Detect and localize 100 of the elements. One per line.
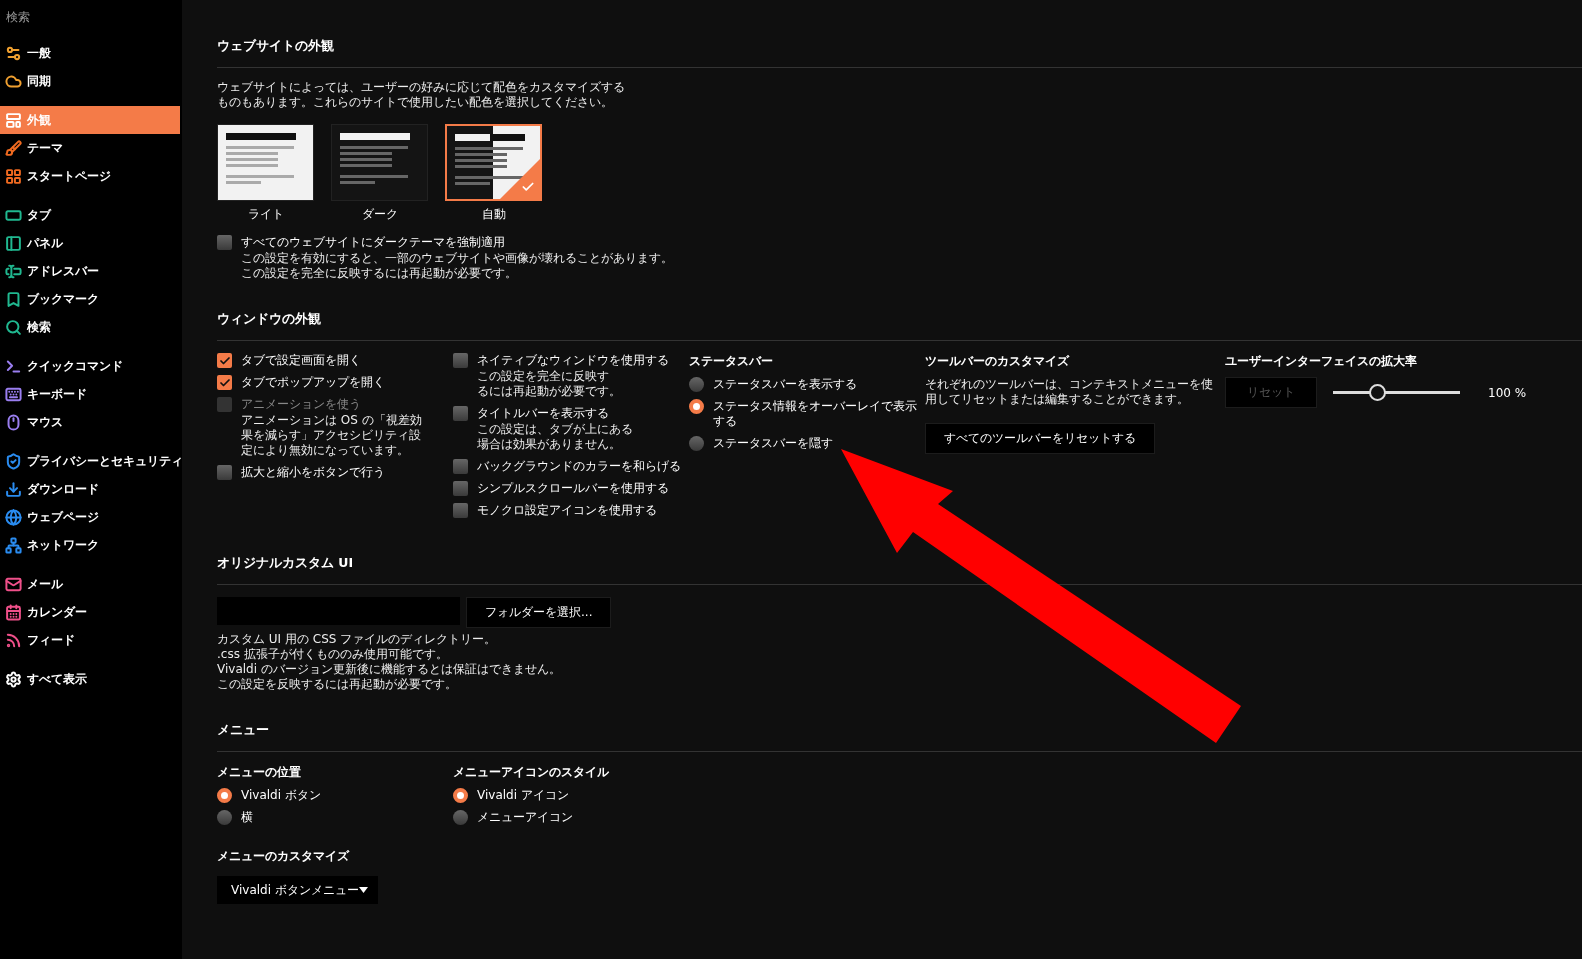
sidebar-item[interactable]: 同期 [0, 67, 180, 95]
sidebar-label: ダウンロード [27, 480, 99, 498]
sidebar-item[interactable]: アドレスバー [0, 257, 180, 285]
zoom-reading: 100 % [1488, 385, 1527, 400]
sidebar-item[interactable]: フィード [0, 626, 180, 654]
sidebar-label: プライバシーとセキュリティ [27, 452, 183, 470]
preview-line [455, 147, 523, 150]
choose-folder-button[interactable]: フォルダーを選択... [466, 597, 612, 628]
sidebar-item[interactable]: カレンダー [0, 598, 180, 626]
sidebar-label: アドレスバー [27, 262, 99, 280]
preview-line [455, 153, 507, 156]
sidebar-item[interactable]: 検索 [0, 313, 180, 341]
sidebar-item[interactable]: ブックマーク [0, 285, 180, 313]
preview-line [340, 152, 392, 155]
preview-line [226, 164, 278, 167]
radio-button[interactable] [689, 436, 704, 451]
checkbox[interactable] [217, 353, 232, 368]
sidebar-label: キーボード [27, 385, 87, 403]
caret-icon [359, 887, 368, 893]
checkbox-label: モノクロ設定アイコンを使用する [477, 503, 657, 518]
sidebar-item[interactable]: プライバシーとセキュリティ [0, 447, 180, 475]
checkbox[interactable] [217, 465, 232, 480]
slider-thumb[interactable] [1369, 384, 1387, 401]
preview-line [226, 158, 278, 161]
sidebar-item[interactable]: ウェブページ [0, 503, 180, 531]
sidebar-item[interactable]: メール [0, 570, 180, 598]
radio-button[interactable] [689, 377, 704, 392]
preview-line [340, 146, 408, 149]
checkbox[interactable] [217, 375, 232, 390]
checkbox-label: タブで設定画面を開く [241, 353, 361, 368]
setting-note: アニメーションは OS の「視差効 果を減らす」アクセシビリティ設 定により無効になっています。 [241, 413, 422, 458]
theme-preview[interactable] [445, 124, 542, 201]
preview-line [226, 181, 261, 184]
preview-line [455, 176, 523, 179]
radio-button[interactable] [689, 399, 704, 414]
checkbox[interactable] [453, 353, 468, 368]
sidebar-item[interactable]: マウス [0, 408, 180, 436]
setting-note: この設定は、タブが上にある 場合は効果がありません。 [477, 422, 633, 452]
sidebar-label: パネル [27, 234, 63, 252]
sidebar-label: テーマ [27, 139, 63, 157]
preview-line [340, 175, 408, 178]
group-title: メニューアイコンのスタイル [453, 764, 610, 781]
checkbox-label: すべてのウェブサイトにダークテーマを強制適用 [241, 235, 506, 250]
checkbox[interactable] [453, 503, 468, 518]
radio-button[interactable] [217, 788, 232, 803]
menu-dropdown[interactable]: Vivaldi ボタンメニュー [217, 876, 378, 904]
sidebar-label: タブ [27, 206, 51, 224]
sidebar-item[interactable]: パネル [0, 229, 180, 257]
section-title: ウェブサイトの外観 [217, 30, 1582, 68]
sidebar-label: ウェブページ [27, 508, 99, 526]
sidebar-label: フィード [27, 631, 75, 649]
sidebar-item[interactable]: キーボード [0, 380, 180, 408]
radio-label: Vivaldi アイコン [477, 788, 569, 803]
preview-line [455, 159, 507, 162]
sidebar-label: ブックマーク [27, 290, 99, 308]
radio-button[interactable] [453, 810, 468, 825]
radio-button[interactable] [217, 810, 232, 825]
radio-button[interactable] [453, 788, 468, 803]
sidebar-item[interactable]: すべて表示 [0, 665, 180, 693]
sidebar-item[interactable]: ダウンロード [0, 475, 180, 503]
radio-label: ステータス情報をオーバーレイで表示する [713, 399, 918, 429]
group-title: ツールバーのカスタマイズ [925, 353, 1071, 370]
theme-preview[interactable] [217, 124, 314, 201]
sidebar-label: カレンダー [27, 603, 87, 621]
checkbox-label: アニメーションを使う [241, 397, 362, 412]
checkbox[interactable] [453, 406, 468, 421]
checkbox-label: タブでポップアップを開く [241, 375, 385, 390]
search-field[interactable]: 検索 [0, 6, 172, 28]
section-title: ウィンドウの外観 [217, 303, 1582, 341]
preview-line [340, 164, 392, 167]
group-title: ユーザーインターフェイスの拡大率 [1225, 353, 1418, 370]
zoom-slider[interactable] [1333, 384, 1460, 401]
radio-label: メニューアイコン [477, 810, 573, 825]
check-icon [521, 180, 535, 194]
checkbox[interactable] [453, 481, 468, 496]
sidebar-label: マウス [27, 413, 63, 431]
sidebar-label: 外観 [27, 111, 51, 129]
checkbox-label: ネイティブなウィンドウを使用する [477, 353, 669, 368]
checkbox-label: バックグラウンドのカラーを和らげる [477, 459, 681, 474]
toolbar-description: それぞれのツールバーは、コンテキストメニューを使 用してリセットまたは編集することができます。 [925, 377, 1214, 407]
sidebar-label: 同期 [27, 72, 51, 90]
reset-toolbars-button[interactable]: すべてのツールバーをリセットする [925, 423, 1155, 454]
selected-corner [500, 159, 540, 199]
theme-preview[interactable] [331, 124, 428, 201]
checkbox[interactable] [453, 459, 468, 474]
sidebar-item[interactable]: クイックコマンド [0, 352, 180, 380]
preview-line [340, 158, 392, 161]
sidebar-item[interactable]: ネットワーク [0, 531, 180, 559]
checkbox[interactable] [217, 235, 232, 250]
sidebar-item[interactable]: テーマ [0, 134, 180, 162]
sidebar-item[interactable]: 一般 [0, 39, 180, 67]
sidebar-label: 一般 [27, 44, 51, 62]
sidebar-item[interactable]: タブ [0, 201, 180, 229]
preview-line [455, 165, 507, 168]
preview-line [226, 152, 278, 155]
sidebar-label: ネットワーク [27, 536, 99, 554]
preview-line [340, 181, 375, 184]
group-title: ステータスバー [689, 353, 774, 370]
sidebar-item[interactable]: スタートページ [0, 162, 180, 190]
sidebar-label: すべて表示 [27, 670, 87, 688]
